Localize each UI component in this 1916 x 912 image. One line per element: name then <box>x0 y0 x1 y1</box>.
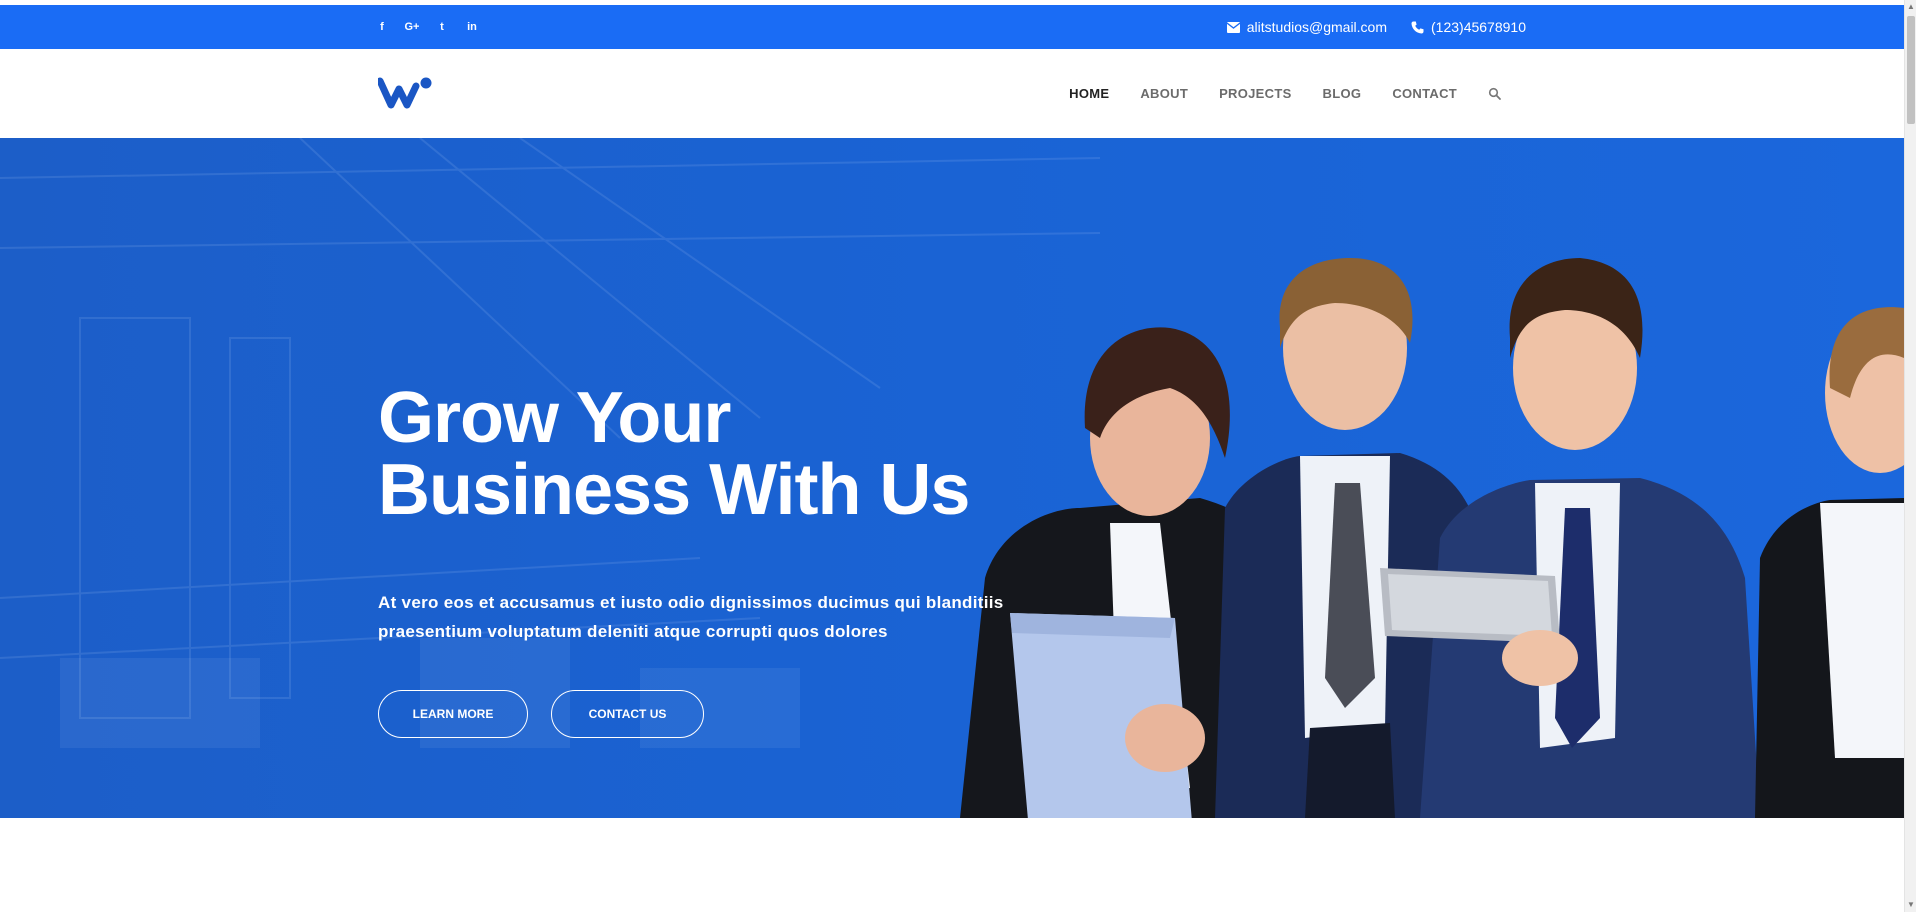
twitter-icon[interactable]: t <box>434 21 450 33</box>
page-scrollbar[interactable]: ▲ ▼ <box>1904 0 1916 912</box>
hero-subtitle: At vero eos et accusamus et iusto odio d… <box>378 593 1004 641</box>
nav-item-blog[interactable]: BLOG <box>1323 86 1362 101</box>
nav-item-contact[interactable]: CONTACT <box>1392 86 1457 101</box>
nav-item-home[interactable]: HOME <box>1069 86 1109 101</box>
contact-info: alitstudios@gmail.com (123)45678910 <box>1226 5 1526 49</box>
main-navigation: HOME ABOUT PROJECTS BLOG CONTACT <box>0 49 1904 138</box>
hero-title-line1: Grow Your <box>378 378 731 458</box>
learn-more-button[interactable]: LEARN MORE <box>378 690 528 738</box>
hero-title-line2: Business With Us <box>378 450 970 530</box>
nav-menu: HOME ABOUT PROJECTS BLOG CONTACT <box>1069 49 1502 138</box>
page: f G+ t in alitstudios@gmail.com (123)456… <box>0 0 1916 912</box>
logo[interactable] <box>378 77 434 109</box>
contact-us-button[interactable]: CONTACT US <box>551 690 704 738</box>
scroll-thumb[interactable] <box>1907 16 1915 124</box>
social-links: f G+ t in <box>374 5 480 49</box>
hero-banner: Grow Your Business With Us At vero eos e… <box>0 138 1904 818</box>
phone-contact[interactable]: (123)45678910 <box>1411 19 1526 35</box>
email-text: alitstudios@gmail.com <box>1246 19 1388 35</box>
nav-item-about[interactable]: ABOUT <box>1140 86 1188 101</box>
google-plus-icon[interactable]: G+ <box>404 21 420 33</box>
linkedin-icon[interactable]: in <box>464 21 480 33</box>
scroll-up-arrow-icon[interactable]: ▲ <box>1905 0 1916 14</box>
top-info-bar: f G+ t in alitstudios@gmail.com (123)456… <box>0 5 1904 49</box>
facebook-icon[interactable]: f <box>374 21 390 33</box>
email-contact[interactable]: alitstudios@gmail.com <box>1226 19 1388 35</box>
hero-title: Grow Your Business With Us <box>378 378 970 530</box>
scroll-down-arrow-icon[interactable]: ▼ <box>1905 898 1916 912</box>
phone-text: (123)45678910 <box>1431 19 1526 35</box>
search-icon[interactable] <box>1488 87 1502 101</box>
envelope-icon <box>1226 21 1240 33</box>
phone-icon <box>1411 21 1424 33</box>
nav-item-projects[interactable]: PROJECTS <box>1219 86 1291 101</box>
